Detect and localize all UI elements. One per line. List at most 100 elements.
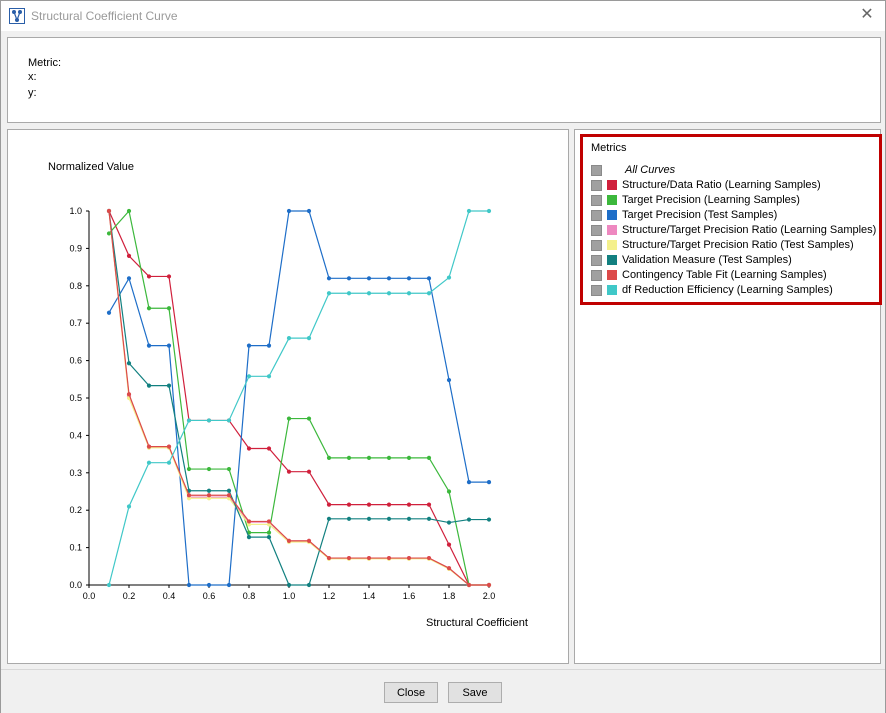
data-point[interactable] (306, 582, 312, 588)
data-point[interactable] (146, 274, 152, 279)
data-point[interactable] (126, 504, 132, 509)
legend-checkbox[interactable] (591, 270, 602, 281)
data-point[interactable] (266, 530, 272, 535)
data-point[interactable] (146, 383, 152, 388)
data-point[interactable] (426, 276, 432, 281)
data-point[interactable] (166, 444, 172, 449)
data-point[interactable] (426, 291, 432, 296)
data-point[interactable] (186, 493, 192, 498)
data-point[interactable] (486, 208, 492, 214)
data-point[interactable] (226, 493, 232, 498)
data-point[interactable] (166, 343, 172, 348)
data-point[interactable] (146, 306, 152, 311)
data-point[interactable] (306, 469, 312, 474)
data-point[interactable] (226, 466, 232, 472)
data-point[interactable] (466, 208, 472, 214)
data-point[interactable] (426, 455, 432, 460)
legend-checkbox[interactable] (591, 210, 602, 221)
data-point[interactable] (246, 374, 252, 379)
data-point[interactable] (146, 444, 152, 449)
data-point[interactable] (406, 516, 412, 521)
data-point[interactable] (446, 566, 452, 571)
data-point[interactable] (386, 455, 392, 460)
data-point[interactable] (486, 582, 492, 588)
data-point[interactable] (386, 291, 392, 296)
data-point[interactable] (126, 253, 132, 258)
data-point[interactable] (266, 519, 272, 524)
data-point[interactable] (466, 480, 472, 485)
data-point[interactable] (166, 274, 172, 279)
data-point[interactable] (326, 516, 332, 521)
data-point[interactable] (186, 582, 192, 588)
data-point[interactable] (346, 276, 352, 281)
legend-checkbox[interactable] (591, 240, 602, 251)
data-point[interactable] (366, 455, 372, 460)
data-point[interactable] (326, 555, 332, 561)
data-point[interactable] (366, 502, 372, 507)
data-point[interactable] (446, 377, 452, 383)
data-point[interactable] (386, 276, 392, 281)
data-point[interactable] (186, 418, 192, 423)
data-point[interactable] (266, 446, 272, 451)
close-button[interactable]: Close (384, 682, 438, 703)
data-point[interactable] (106, 231, 112, 236)
data-point[interactable] (126, 361, 132, 366)
data-point[interactable] (206, 418, 212, 423)
data-point[interactable] (306, 538, 312, 543)
data-point[interactable] (266, 535, 272, 540)
data-point[interactable] (166, 306, 172, 311)
close-window-icon[interactable]: ✕ (857, 5, 877, 25)
data-point[interactable] (346, 502, 352, 507)
data-point[interactable] (406, 455, 412, 460)
data-point[interactable] (286, 336, 292, 341)
data-point[interactable] (206, 488, 212, 493)
data-point[interactable] (326, 502, 332, 507)
data-point[interactable] (286, 582, 292, 588)
data-point[interactable] (366, 291, 372, 296)
data-point[interactable] (286, 469, 292, 474)
data-point[interactable] (346, 455, 352, 460)
legend-checkbox[interactable] (591, 285, 602, 296)
data-point[interactable] (366, 276, 372, 281)
data-point[interactable] (246, 446, 252, 451)
legend-checkbox[interactable] (591, 255, 602, 266)
data-point[interactable] (246, 535, 252, 540)
data-point[interactable] (426, 516, 432, 521)
data-point[interactable] (126, 276, 132, 281)
data-point[interactable] (386, 555, 392, 561)
data-point[interactable] (326, 291, 332, 296)
data-point[interactable] (206, 466, 212, 472)
data-point[interactable] (406, 555, 412, 561)
data-point[interactable] (486, 480, 492, 485)
legend-checkbox[interactable] (591, 180, 602, 191)
data-point[interactable] (166, 460, 172, 465)
data-point[interactable] (186, 466, 192, 472)
data-point[interactable] (106, 310, 112, 315)
data-point[interactable] (366, 516, 372, 521)
data-point[interactable] (306, 416, 312, 421)
data-point[interactable] (426, 555, 432, 561)
data-point[interactable] (386, 502, 392, 507)
data-point[interactable] (226, 488, 232, 493)
data-point[interactable] (406, 276, 412, 281)
data-point[interactable] (166, 383, 172, 388)
legend-checkbox[interactable] (591, 225, 602, 236)
data-point[interactable] (306, 336, 312, 341)
data-point[interactable] (226, 582, 232, 588)
data-point[interactable] (326, 455, 332, 460)
data-point[interactable] (206, 582, 212, 588)
data-point[interactable] (446, 489, 452, 494)
data-point[interactable] (346, 516, 352, 521)
data-point[interactable] (306, 208, 312, 214)
data-point[interactable] (266, 343, 272, 348)
data-point[interactable] (286, 416, 292, 421)
data-point[interactable] (346, 291, 352, 296)
data-point[interactable] (286, 208, 292, 214)
data-point[interactable] (106, 208, 112, 214)
data-point[interactable] (106, 582, 112, 588)
data-point[interactable] (286, 538, 292, 543)
data-point[interactable] (346, 555, 352, 561)
data-point[interactable] (486, 517, 492, 522)
data-point[interactable] (366, 555, 372, 561)
data-point[interactable] (246, 519, 252, 524)
